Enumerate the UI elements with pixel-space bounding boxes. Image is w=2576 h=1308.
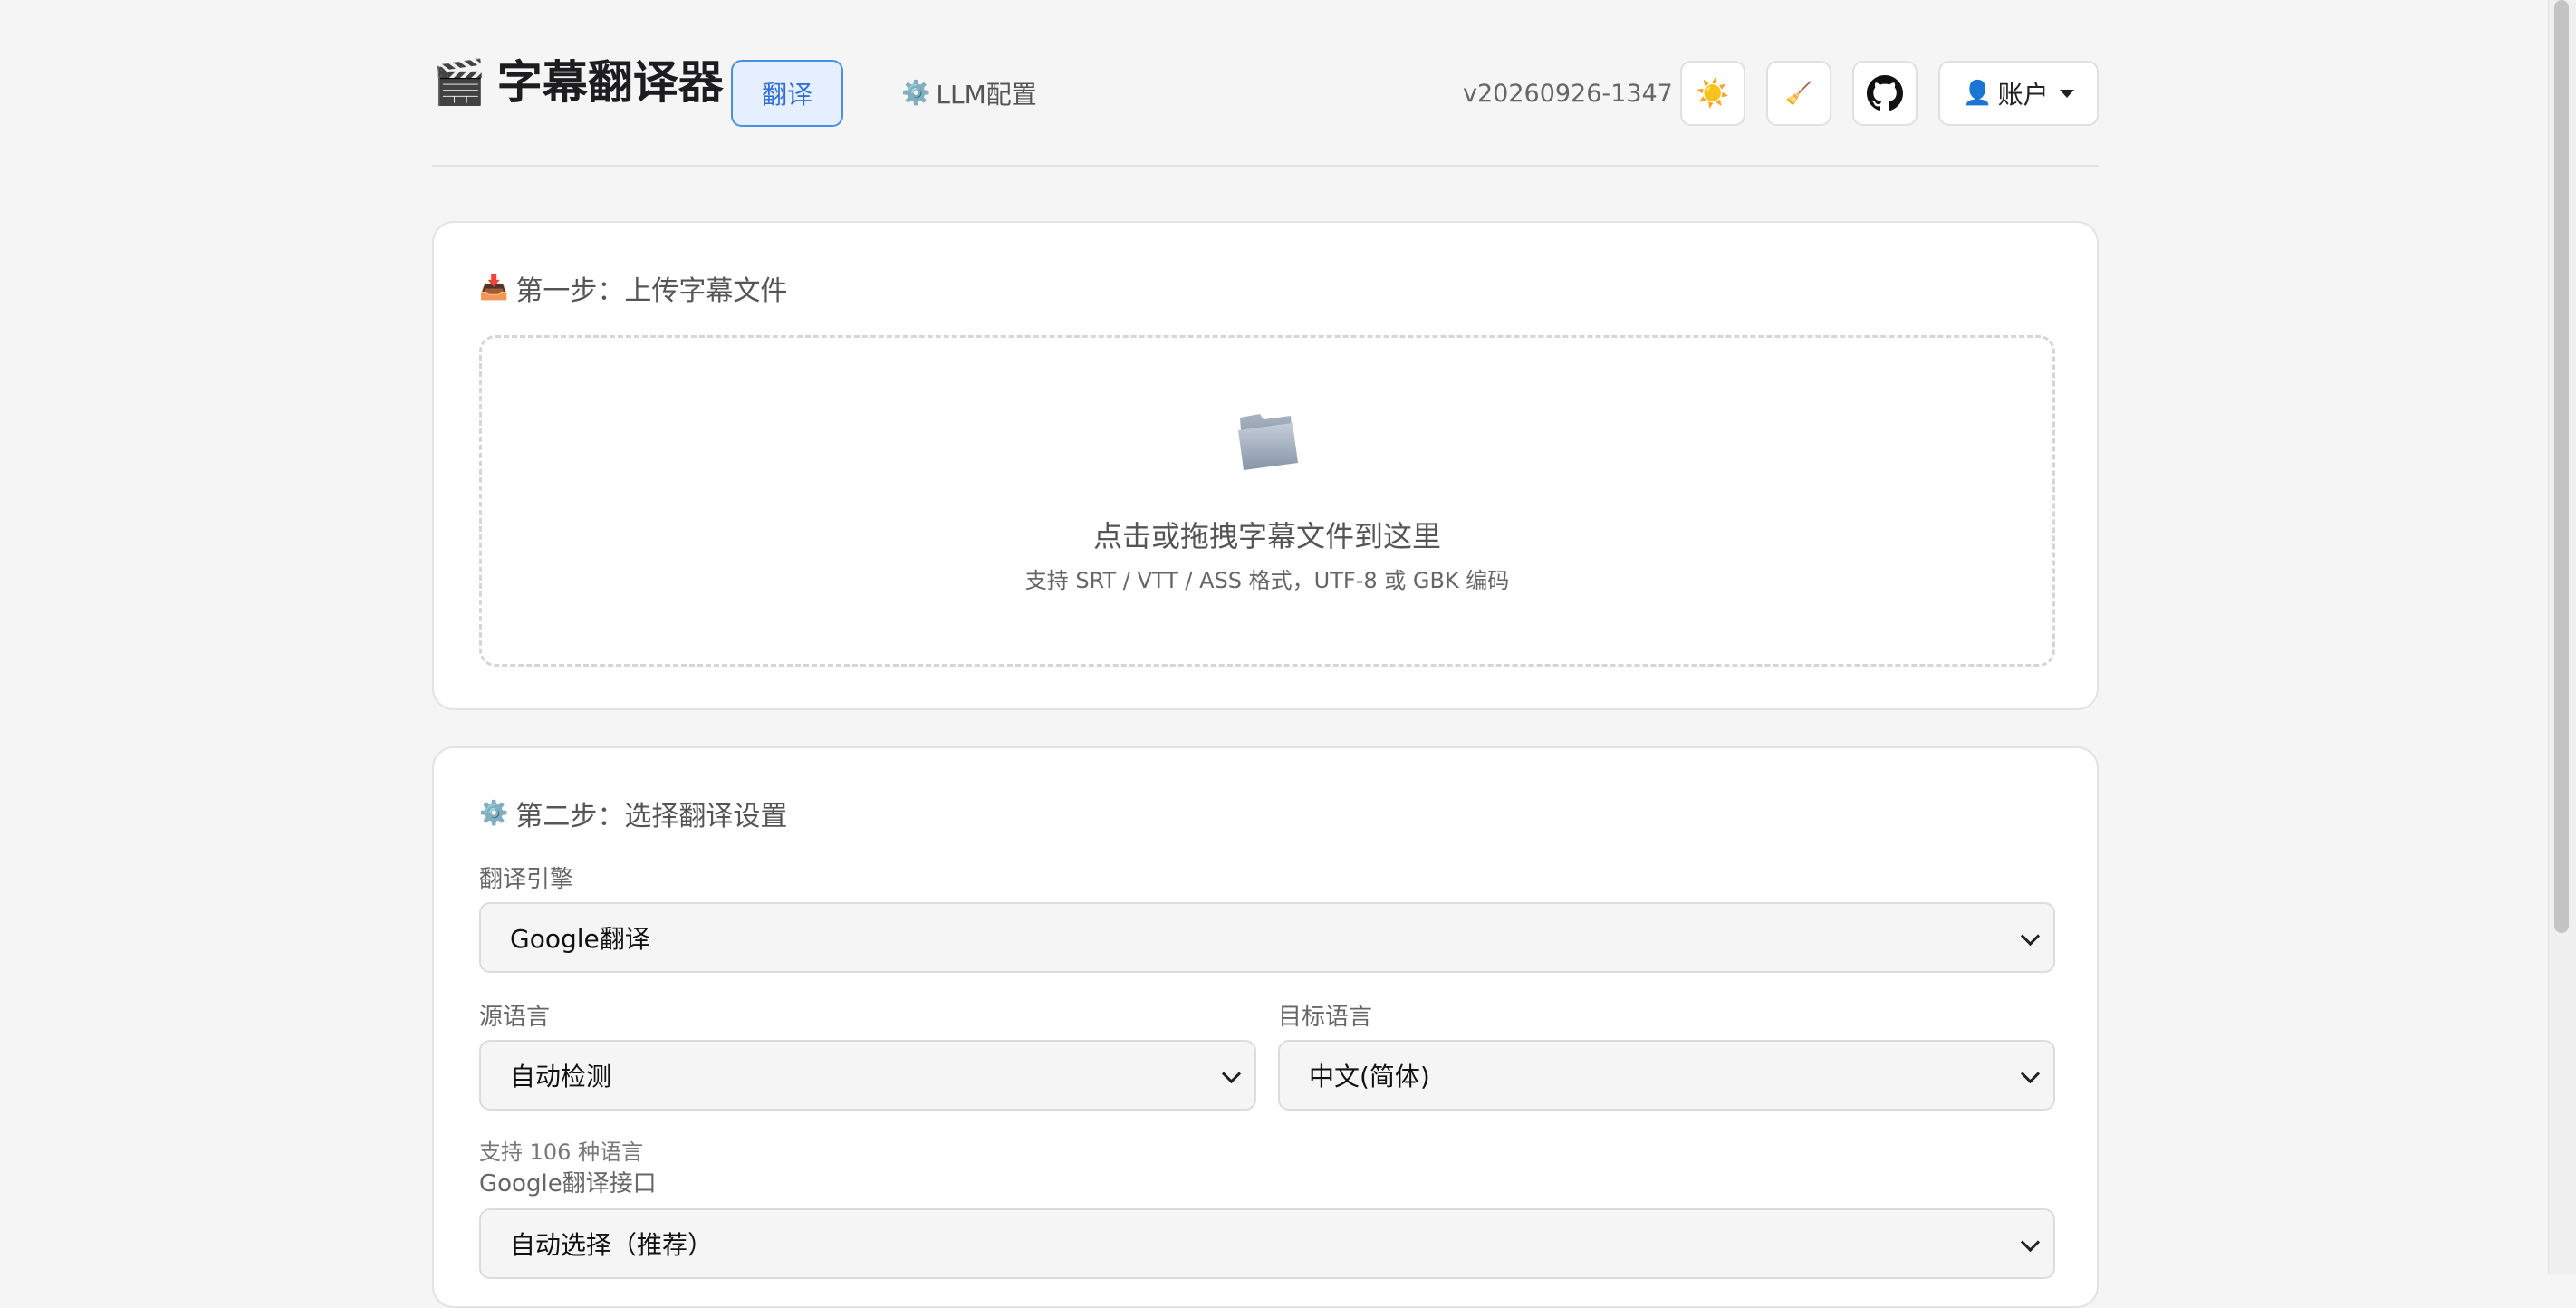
engine-select-value: Google翻译 bbox=[510, 924, 650, 954]
engine-label: 翻译引擎 bbox=[479, 866, 574, 893]
broom-icon: 🧹 bbox=[1785, 81, 1812, 106]
file-dropzone[interactable]: 点击或拖拽字幕文件到这里 支持 SRT / VTT / ASS 格式，UTF-8… bbox=[479, 335, 2055, 667]
inbox-tray-icon: 📥 bbox=[479, 274, 509, 302]
dropzone-sub-text: 支持 SRT / VTT / ASS 格式，UTF-8 或 GBK 编码 bbox=[1024, 568, 1510, 593]
app-container: 🎬 字幕翻译器 翻译 ⚙️ LLM配置 v20260926-1347 ☀️ 🧹 … bbox=[432, 0, 2099, 1308]
caret-down-icon bbox=[2059, 89, 2074, 98]
api-select-value: 自动选择（推荐） bbox=[510, 1230, 714, 1260]
app-title-text: 字幕翻译器 bbox=[496, 56, 724, 109]
step1-title-text: 第一步：上传字幕文件 bbox=[515, 275, 788, 307]
tab-translate-label: 翻译 bbox=[761, 80, 812, 110]
version-label: v20260926-1347 bbox=[1463, 79, 1673, 108]
tab-llm-label: LLM配置 bbox=[936, 80, 1037, 110]
languages-hint: 支持 106 种语言 bbox=[479, 1140, 644, 1165]
source-language-label: 源语言 bbox=[479, 1004, 551, 1031]
page-scrollbar[interactable] bbox=[2548, 0, 2576, 1275]
github-icon bbox=[1867, 75, 1903, 111]
engine-select[interactable]: Google翻译 bbox=[479, 902, 2055, 973]
target-language-select[interactable]: 中文(简体) bbox=[1278, 1040, 2055, 1111]
folder-icon bbox=[482, 409, 2052, 490]
app-title: 🎬 字幕翻译器 bbox=[432, 60, 724, 105]
step1-title: 📥 第一步：上传字幕文件 bbox=[479, 268, 787, 308]
theme-toggle-button[interactable]: ☀️ bbox=[1680, 61, 1745, 126]
source-language-select[interactable]: 自动检测 bbox=[479, 1040, 1256, 1111]
api-label: Google翻译接口 bbox=[479, 1170, 657, 1197]
settings-card: ⚙️ 第二步：选择翻译设置 翻译引擎 Google翻译 源语言 自动检测 目标语… bbox=[432, 746, 2099, 1308]
clean-button[interactable]: 🧹 bbox=[1766, 61, 1831, 126]
clapperboard-icon: 🎬 bbox=[432, 57, 486, 108]
chevron-down-icon bbox=[1221, 1063, 1242, 1084]
step2-title: ⚙️ 第二步：选择翻译设置 bbox=[479, 793, 787, 833]
scrollbar-thumb[interactable] bbox=[2554, 0, 2569, 933]
sun-icon: ☀️ bbox=[1696, 77, 1730, 110]
chevron-down-icon bbox=[2020, 926, 2041, 947]
account-label: 账户 bbox=[1997, 80, 2049, 110]
chevron-down-icon bbox=[2020, 1232, 2041, 1253]
tab-llm-config[interactable]: ⚙️ LLM配置 bbox=[901, 60, 1037, 127]
upload-card: 📥 第一步：上传字幕文件 点击或拖拽字幕文件到这里 支持 SRT / VTT /… bbox=[432, 221, 2099, 710]
tab-translate[interactable]: 翻译 bbox=[731, 60, 843, 127]
github-button[interactable] bbox=[1852, 61, 1918, 126]
source-language-value: 自动检测 bbox=[510, 1062, 612, 1092]
account-menu-button[interactable]: 👤 账户 bbox=[1938, 61, 2099, 126]
dropzone-main-text: 点击或拖拽字幕文件到这里 bbox=[1092, 519, 1441, 553]
header: 🎬 字幕翻译器 翻译 ⚙️ LLM配置 v20260926-1347 ☀️ 🧹 … bbox=[432, 0, 2099, 167]
chevron-down-icon bbox=[2020, 1063, 2041, 1084]
user-icon: 👤 bbox=[1963, 80, 1993, 107]
target-language-label: 目标语言 bbox=[1278, 1004, 1373, 1031]
api-select[interactable]: 自动选择（推荐） bbox=[479, 1208, 2055, 1279]
target-language-value: 中文(简体) bbox=[1309, 1062, 1430, 1092]
gear-icon: ⚙️ bbox=[901, 80, 931, 107]
gear-icon: ⚙️ bbox=[479, 800, 509, 827]
step2-title-text: 第二步：选择翻译设置 bbox=[515, 801, 788, 832]
